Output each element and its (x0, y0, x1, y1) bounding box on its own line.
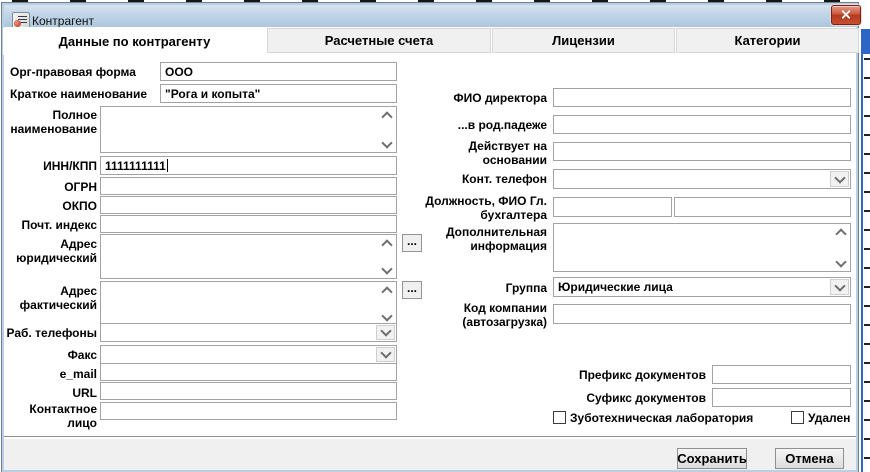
short-name-label: Краткое наименование (10, 87, 147, 101)
group-combobox[interactable]: Юридические лица (553, 277, 851, 297)
doc-suffix-label: Суфикс документов (560, 391, 706, 405)
additional-info-textarea[interactable] (553, 223, 851, 272)
url-label: URL (5, 386, 97, 400)
scroll-up-icon[interactable] (381, 238, 393, 248)
contact-person-input[interactable] (100, 402, 397, 420)
scroll-down-icon[interactable] (381, 139, 393, 149)
cancel-button[interactable]: Отмена (775, 448, 844, 469)
deleted-checkbox-label: Удален (808, 411, 850, 425)
accountant-name-input[interactable] (674, 197, 851, 217)
save-button[interactable]: Сохранить (677, 448, 747, 469)
company-code-label: Код компании (автозагрузка) (427, 301, 547, 329)
email-input[interactable] (100, 363, 397, 381)
org-form-label: Орг-правовая форма (10, 65, 136, 79)
scroll-up-icon[interactable] (835, 227, 847, 237)
chevron-down-icon[interactable] (830, 279, 849, 295)
email-label: e_mail (5, 367, 97, 381)
contact-person-label: Контактное лицо (5, 402, 97, 430)
okpo-label: ОКПО (5, 199, 97, 213)
scroll-down-icon[interactable] (381, 312, 393, 322)
accountant-position-input[interactable] (553, 197, 672, 217)
ogrn-label: ОГРН (5, 180, 97, 194)
tab-counterparty-data[interactable]: Данные по контрагенту (3, 28, 266, 55)
background-grid-ticks (864, 58, 870, 472)
chevron-down-icon[interactable] (376, 325, 395, 340)
legal-address-browse-button[interactable]: ... (402, 234, 422, 252)
window-title: Контрагент (32, 14, 94, 28)
actual-address-textarea[interactable] (100, 281, 397, 326)
legal-address-label: Адрес юридический (5, 237, 97, 265)
title-bar[interactable]: Контрагент (4, 5, 856, 28)
tab-licenses[interactable]: Лицензии (492, 28, 675, 53)
doc-prefix-input[interactable] (712, 365, 851, 384)
dental-lab-checkbox[interactable] (553, 411, 566, 424)
fax-combobox[interactable] (100, 345, 397, 364)
postal-index-label: Почт. индекс (5, 218, 97, 232)
inn-kpp-input[interactable]: 1111111111 (100, 156, 397, 175)
company-code-input[interactable] (553, 304, 851, 324)
okpo-input[interactable] (100, 196, 397, 214)
url-input[interactable] (100, 382, 397, 400)
tab-settlement-accounts[interactable]: Расчетные счета (267, 28, 491, 53)
group-label: Группа (427, 281, 547, 295)
tab-categories[interactable]: Категории (676, 28, 859, 53)
ogrn-input[interactable] (100, 177, 397, 195)
short-name-input[interactable]: "Рога и копыта" (160, 84, 397, 103)
scroll-down-icon[interactable] (835, 258, 847, 268)
contact-phone-combobox[interactable] (553, 169, 851, 189)
full-name-label: Полное наименование (5, 108, 97, 136)
inn-kpp-label: ИНН/КПП (5, 159, 97, 173)
chevron-down-icon[interactable] (376, 347, 395, 362)
acts-on-basis-input[interactable] (553, 142, 851, 161)
additional-info-label: Дополнительная информация (427, 225, 547, 253)
deleted-checkbox[interactable] (791, 411, 804, 424)
actual-address-browse-button[interactable]: ... (402, 281, 422, 299)
red-seal-icon (14, 20, 21, 27)
scroll-up-icon[interactable] (381, 110, 393, 120)
accountant-label: Должность, ФИО Гл. бухгалтера (412, 194, 547, 222)
work-phones-label: Раб. телефоны (5, 326, 97, 340)
background-window-blue-block (861, 29, 870, 54)
scroll-up-icon[interactable] (381, 285, 393, 295)
org-form-input[interactable]: ООО (160, 62, 397, 81)
chevron-down-icon[interactable] (830, 171, 849, 187)
full-name-textarea[interactable] (100, 106, 397, 153)
acts-on-basis-label: Действует на основании (427, 139, 547, 167)
close-button[interactable] (831, 5, 861, 25)
screen: Контрагент Данные по контрагенту Расчетн… (0, 0, 870, 472)
director-genitive-label: ...в род.падеже (427, 118, 547, 132)
work-phones-combobox[interactable] (100, 323, 397, 342)
postal-index-input[interactable] (100, 215, 397, 233)
actual-address-label: Адрес фактический (5, 284, 97, 312)
contact-phone-label: Конт. телефон (427, 172, 547, 186)
doc-prefix-label: Префикс документов (560, 368, 706, 382)
doc-suffix-input[interactable] (712, 388, 851, 407)
fax-label: Факс (5, 348, 97, 362)
director-name-input[interactable] (553, 88, 851, 107)
text-caret (167, 159, 168, 172)
close-icon (840, 9, 851, 20)
legal-address-textarea[interactable] (100, 234, 397, 279)
director-genitive-input[interactable] (553, 115, 851, 134)
scroll-down-icon[interactable] (381, 265, 393, 275)
director-name-label: ФИО директора (427, 91, 547, 105)
background-window-edge (861, 54, 863, 472)
dental-lab-checkbox-label: Зуботехническая лаборатория (570, 411, 753, 425)
